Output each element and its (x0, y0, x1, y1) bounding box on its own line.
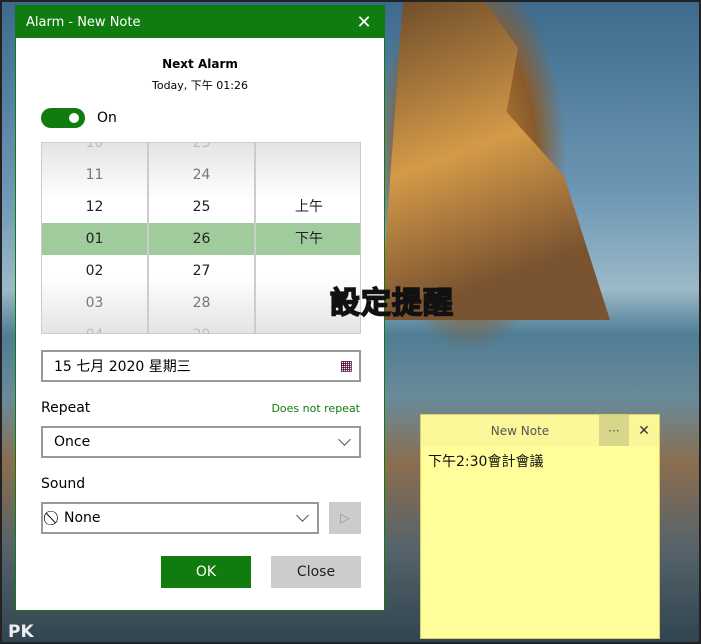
more-options-button[interactable]: ··· (599, 415, 629, 446)
dialog-title: Alarm - New Note (26, 14, 141, 30)
next-alarm-time: Today, 下午 01:26 (151, 79, 248, 92)
hour-column[interactable]: 10 11 12 01 02 03 04 (42, 143, 149, 333)
minute-item[interactable]: 24 (149, 159, 254, 191)
note-title: New Note (490, 423, 550, 438)
minute-column[interactable]: 23 24 25 26 27 28 29 (149, 143, 256, 333)
title-bar: Alarm - New Note ✕ (16, 6, 384, 38)
minute-item[interactable]: 28 (149, 287, 254, 319)
calendar-icon[interactable]: ▦ (340, 358, 353, 374)
toggle-switch[interactable] (41, 108, 85, 128)
sound-dropdown[interactable]: ⃠ None (41, 502, 319, 534)
play-icon: ▷ (340, 510, 350, 526)
repeat-status: Does not repeat (271, 402, 360, 415)
note-header: New Note ··· ✕ (421, 415, 659, 446)
hour-item-selected[interactable]: 01 (42, 223, 147, 255)
play-sound-button[interactable]: ▷ (329, 502, 361, 534)
minute-item[interactable]: 27 (149, 255, 254, 287)
chevron-down-icon (296, 509, 309, 522)
close-icon[interactable]: ✕ (344, 12, 384, 33)
time-picker[interactable]: 10 11 12 01 02 03 04 23 24 25 26 27 28 2… (41, 142, 361, 334)
minute-item-selected[interactable]: 26 (149, 223, 254, 255)
minute-item[interactable]: 29 (149, 319, 254, 333)
hour-item[interactable]: 11 (42, 159, 147, 191)
hour-item[interactable]: 03 (42, 287, 147, 319)
toggle-label: On (97, 110, 117, 126)
period-item-selected[interactable]: 下午 (256, 223, 360, 255)
period-item[interactable]: 上午 (256, 191, 360, 223)
sound-label: Sound (41, 476, 86, 492)
close-button[interactable]: Close (271, 556, 361, 588)
chevron-down-icon (338, 433, 351, 446)
hour-item[interactable]: 02 (42, 255, 147, 287)
close-icon[interactable]: ✕ (629, 423, 659, 439)
repeat-dropdown[interactable]: Once (41, 426, 361, 458)
minute-item[interactable]: 23 (149, 143, 254, 159)
hour-item[interactable]: 12 (42, 191, 147, 223)
date-value: 15 七月 2020 星期三 (54, 359, 191, 375)
next-alarm-label: Next Alarm (162, 57, 238, 71)
sticky-note: New Note ··· ✕ 下午2:30會計會議 (420, 414, 660, 639)
date-picker[interactable]: 15 七月 2020 星期三 ▦ (41, 350, 361, 382)
repeat-value: Once (54, 434, 91, 450)
repeat-label: Repeat (41, 400, 91, 416)
minute-item[interactable]: 25 (149, 191, 254, 223)
watermark-logo: PK (8, 622, 34, 642)
alarm-toggle[interactable]: On (41, 108, 117, 128)
ok-button[interactable]: OK (161, 556, 251, 588)
note-content[interactable]: 下午2:30會計會議 (421, 446, 659, 476)
sound-value: None (64, 510, 101, 526)
hour-item[interactable]: 04 (42, 319, 147, 333)
overlay-caption: 設定提醒 (329, 285, 454, 322)
hour-item[interactable]: 10 (42, 143, 147, 159)
